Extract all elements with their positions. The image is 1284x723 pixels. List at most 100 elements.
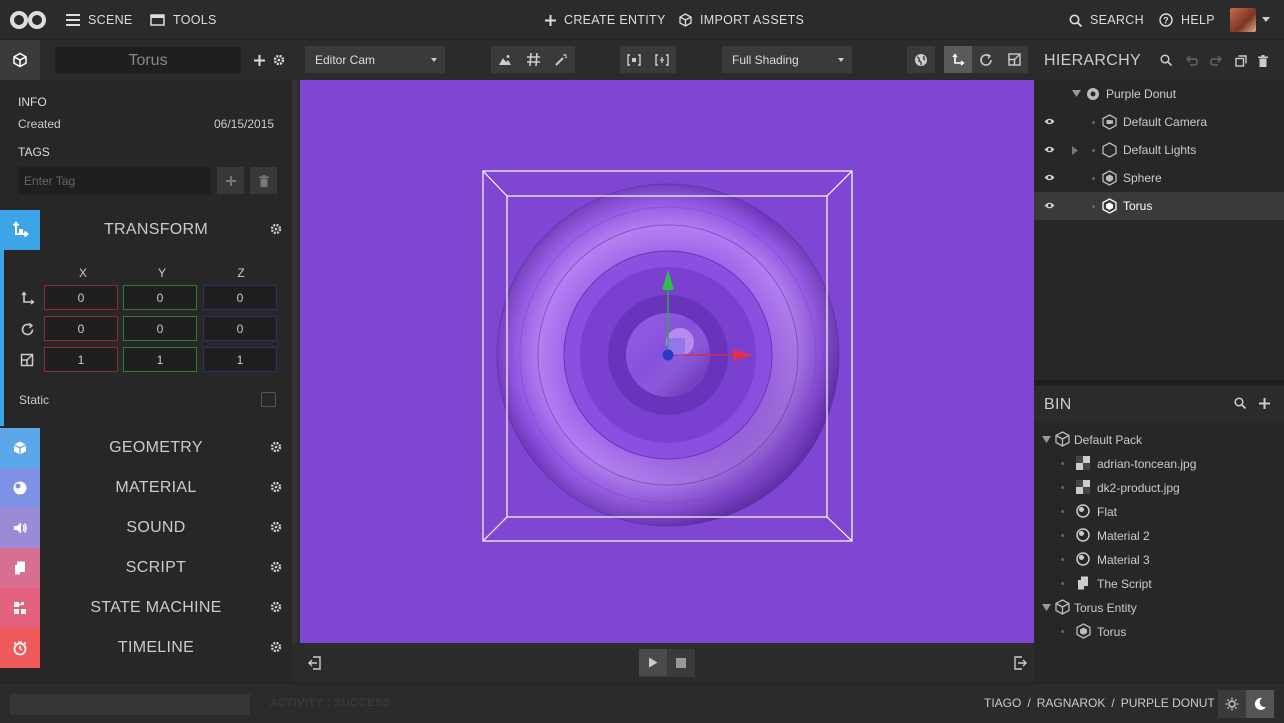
add-component-icon[interactable] [252,53,266,67]
translation-x-field[interactable]: 0 [44,285,118,310]
expand-arrow-icon[interactable] [1072,146,1078,155]
transform-icon[interactable] [0,210,40,250]
bin-asset[interactable]: Torus [1034,619,1284,643]
visibility-eye-icon[interactable] [1044,174,1055,181]
breadcrumb-user[interactable]: TIAGO [984,696,1021,710]
scene-menu[interactable]: SCENE [66,0,133,40]
expand-arrow-icon[interactable] [1042,604,1051,611]
hierarchy-item-selected[interactable]: Torus [1034,192,1284,220]
state-machine-gear-icon[interactable] [270,601,284,615]
sun-icon[interactable] [1218,690,1246,718]
bin-pack[interactable]: Torus Entity [1034,595,1284,619]
entity-settings-gear-icon[interactable] [272,53,286,67]
rotate-mode-icon[interactable] [972,46,1000,73]
redo-icon[interactable] [1209,54,1223,66]
state-machine-section-title[interactable]: STATE MACHINE [40,599,272,617]
rotation-y-field[interactable]: 0 [123,316,197,341]
collapse-right-icon[interactable] [1012,655,1028,671]
play-icon[interactable] [639,649,667,676]
rotation-x-field[interactable]: 0 [44,316,118,341]
moon-icon[interactable] [1246,690,1274,718]
import-assets-button[interactable]: IMPORT ASSETS [679,0,804,40]
search-icon[interactable] [1234,397,1246,409]
globe-icon[interactable] [907,46,935,73]
state-machine-icon[interactable] [0,588,40,628]
duplicate-icon[interactable] [1234,54,1247,67]
sound-icon[interactable] [0,508,40,548]
hierarchy-root-row[interactable]: Purple Donut [1034,80,1284,108]
expand-arrow-icon[interactable] [1042,436,1051,443]
trash-icon[interactable] [1257,54,1269,67]
script-icon[interactable] [0,548,40,588]
timeline-icon[interactable] [0,628,40,668]
search-button[interactable]: SEARCH [1069,0,1144,40]
snap-center-icon[interactable] [648,46,676,73]
bin-asset[interactable]: Material 2 [1034,523,1284,547]
magic-wand-icon[interactable] [547,46,575,73]
sound-section-title[interactable]: SOUND [40,519,272,537]
console-input[interactable] [10,694,250,715]
translate-mode-icon[interactable] [944,46,972,73]
scale-x-field[interactable]: 1 [44,347,118,372]
timeline-section-title[interactable]: TIMELINE [40,639,272,657]
visibility-eye-icon[interactable] [1044,202,1055,209]
bin-asset[interactable]: dk2-product.jpg [1034,475,1284,499]
material-icon[interactable] [0,468,40,508]
script-section-title[interactable]: SCRIPT [40,559,272,577]
scale-y-field[interactable]: 1 [123,347,197,372]
hierarchy-item[interactable]: Sphere [1034,164,1284,192]
visibility-eye-icon[interactable] [1044,146,1055,153]
avatar[interactable] [1230,8,1256,32]
3d-viewport[interactable] [300,80,1034,643]
timeline-gear-icon[interactable] [270,641,284,655]
tag-input[interactable]: Enter Tag [18,167,211,194]
snap-frame-icon[interactable] [620,46,648,73]
bin-asset[interactable]: adrian-toncean.jpg [1034,451,1284,475]
create-entity-button[interactable]: CREATE ENTITY [545,0,666,40]
transform-gear-icon[interactable] [270,223,284,237]
material-section-title[interactable]: MATERIAL [40,479,272,497]
expand-arrow-icon[interactable] [1072,90,1081,97]
geometry-gear-icon[interactable] [270,441,284,455]
bin-asset[interactable]: The Script [1034,571,1284,595]
bin-asset-label: Material 3 [1097,553,1150,567]
bin-pack[interactable]: Default Pack [1034,427,1284,451]
entity-cube-icon[interactable] [0,40,40,80]
entity-name-field[interactable]: Torus [55,47,241,74]
sound-gear-icon[interactable] [270,521,284,535]
breadcrumb-project[interactable]: RAGNAROK [1037,696,1106,710]
inspector-scrollbar[interactable] [292,80,297,643]
visibility-eye-icon[interactable] [1044,118,1055,125]
hierarchy-item[interactable]: Default Camera [1034,108,1284,136]
bin-asset[interactable]: Material 3 [1034,547,1284,571]
add-tag-button[interactable] [217,167,244,194]
scale-mode-icon[interactable] [1000,46,1028,73]
script-gear-icon[interactable] [270,561,284,575]
breadcrumb-scene[interactable]: PURPLE DONUT [1121,696,1215,710]
translation-z-field[interactable]: 0 [203,285,277,310]
shading-select[interactable]: Full Shading [722,46,852,73]
add-asset-icon[interactable] [1258,397,1270,409]
collapse-left-icon[interactable] [307,655,323,671]
chevron-down-icon[interactable] [1262,17,1270,22]
hierarchy-item[interactable]: Default Lights [1034,136,1284,164]
tools-menu[interactable]: TOOLS [150,0,217,40]
camera-select[interactable]: Editor Cam [305,46,445,73]
goo-logo-icon[interactable] [10,10,46,33]
scale-z-field[interactable]: 1 [203,347,277,372]
bin-asset[interactable]: Flat [1034,499,1284,523]
translation-y-field[interactable]: 0 [123,285,197,310]
stop-icon[interactable] [667,649,695,676]
static-checkbox[interactable] [261,392,276,407]
material-gear-icon[interactable] [270,481,284,495]
geometry-icon[interactable] [0,428,40,468]
undo-icon[interactable] [1184,54,1198,66]
help-button[interactable]: ? HELP [1159,0,1215,40]
delete-tag-button[interactable] [250,167,277,194]
geometry-section-title[interactable]: GEOMETRY [40,439,272,457]
transform-section-title[interactable]: TRANSFORM [40,221,272,239]
environment-icon[interactable] [491,46,519,73]
search-icon[interactable] [1160,54,1172,66]
grid-icon[interactable] [519,46,547,73]
rotation-z-field[interactable]: 0 [203,316,277,341]
